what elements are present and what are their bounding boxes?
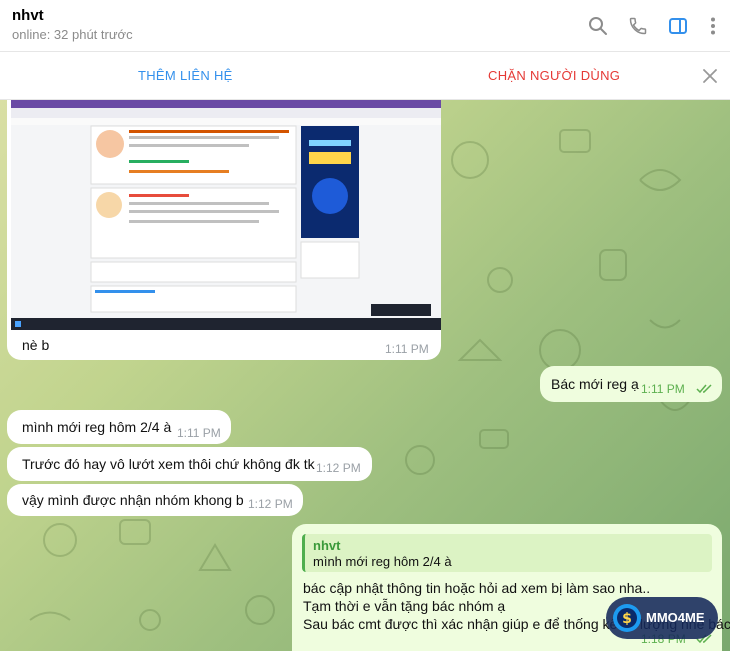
- screenshot-thumbnail: [11, 100, 441, 330]
- chat-header: nhvt online: 32 phút trước: [0, 0, 730, 52]
- add-contact-button[interactable]: THÊM LIÊN HỆ: [138, 68, 233, 83]
- message-line: bác cập nhật thông tin hoặc hỏi ad xem b…: [303, 580, 651, 596]
- message-list[interactable]: nè b 1:11 PM Bác mới reg ạ 1:11 PM mình …: [0, 100, 730, 651]
- message-time: 1:11 PM: [385, 342, 429, 356]
- reply-preview[interactable]: nhvt mình mới reg hôm 2/4 à: [302, 534, 712, 572]
- incoming-message[interactable]: vậy mình được nhận nhóm khong b 1:12 PM: [7, 484, 303, 516]
- close-icon[interactable]: [700, 66, 720, 86]
- search-icon[interactable]: [584, 12, 612, 40]
- chat-title[interactable]: nhvt: [12, 7, 44, 24]
- sidebar-icon[interactable]: [664, 12, 692, 40]
- message-text: mình mới reg hôm 2/4 à: [22, 419, 172, 435]
- photo-attachment[interactable]: [11, 100, 441, 330]
- watermark-text: MMO4ME: [646, 610, 705, 625]
- incoming-message[interactable]: mình mới reg hôm 2/4 à 1:11 PM: [7, 410, 231, 444]
- message-text: Trước đó hay vô lướt xem thôi chứ không …: [22, 456, 315, 472]
- block-user-button[interactable]: CHẶN NGƯỜI DÙNG: [488, 68, 620, 83]
- phone-icon[interactable]: [624, 12, 652, 40]
- double-check-icon: [696, 384, 712, 394]
- message-time: 1:11 PM: [177, 426, 221, 440]
- reply-text: mình mới reg hôm 2/4 à: [313, 554, 452, 569]
- message-text: vậy mình được nhận nhóm khong b: [22, 492, 244, 508]
- more-icon[interactable]: [699, 12, 727, 40]
- message-time: 1:12 PM: [316, 461, 361, 475]
- message-time: 1:11 PM: [641, 382, 685, 396]
- reply-author: nhvt: [313, 538, 341, 553]
- chat-status: online: 32 phút trước: [12, 27, 133, 42]
- svg-text:$: $: [622, 611, 632, 627]
- mmo4me-watermark: $ MMO4ME: [606, 597, 718, 639]
- message-time: 1:12 PM: [248, 497, 293, 511]
- photo-message[interactable]: nè b 1:11 PM: [7, 100, 441, 360]
- message-text: nè b: [22, 337, 50, 353]
- dollar-logo-icon: $: [613, 604, 641, 632]
- message-text: Bác mới reg ạ: [551, 376, 639, 392]
- contact-action-bar: THÊM LIÊN HỆ CHẶN NGƯỜI DÙNG: [0, 52, 730, 100]
- outgoing-message[interactable]: Bác mới reg ạ 1:11 PM: [540, 366, 722, 402]
- incoming-message[interactable]: Trước đó hay vô lướt xem thôi chứ không …: [7, 447, 372, 481]
